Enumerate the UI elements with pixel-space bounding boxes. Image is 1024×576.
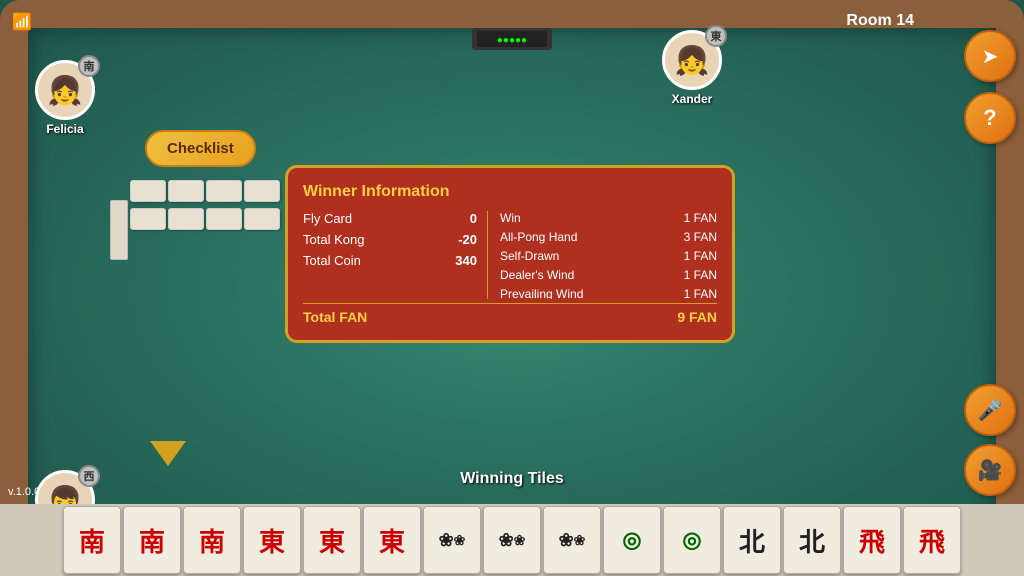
- total-fan-row: Total FAN 9 FAN: [303, 303, 717, 325]
- tile-green-1: ◎: [603, 506, 661, 574]
- table-tile: [206, 180, 242, 202]
- tile-nan-3: 南: [183, 506, 241, 574]
- exit-button[interactable]: ➤: [964, 30, 1016, 82]
- tile-dong-3: 東: [363, 506, 421, 574]
- selfdrawn-value: 1 FAN: [684, 249, 717, 263]
- tile-bei-1: 北: [723, 506, 781, 574]
- table-tile: [168, 208, 204, 230]
- tile-dong-1: 東: [243, 506, 301, 574]
- dealerswind-value: 1 FAN: [684, 268, 717, 282]
- score-display: ●●●●●: [472, 28, 552, 50]
- tile-bei-2: 北: [783, 506, 841, 574]
- fly-card-label: Fly Card: [303, 211, 352, 226]
- tile-fly-1: 飛: [843, 506, 901, 574]
- allpong-label: All-Pong Hand: [500, 230, 577, 244]
- total-kong-label: Total Kong: [303, 232, 364, 247]
- win-label: Win: [500, 211, 521, 225]
- table-tile: [130, 208, 166, 230]
- tile-circle-2: ❀❀: [483, 506, 541, 574]
- fan-row-selfdrawn: Self-Drawn 1 FAN: [500, 249, 717, 263]
- winning-tiles-label: Winning Tiles: [460, 470, 564, 488]
- checklist-button[interactable]: Checklist: [145, 130, 256, 167]
- winner-panel: Winner Information Fly Card 0 Total Kong…: [285, 165, 735, 343]
- tiles-left-area: [130, 180, 280, 230]
- wind-badge-left: 南: [78, 55, 100, 77]
- help-icon: ?: [983, 105, 996, 131]
- fan-row-allpong: All-Pong Hand 3 FAN: [500, 230, 717, 244]
- fan-row-win: Win 1 FAN: [500, 211, 717, 225]
- tile-dong-2: 東: [303, 506, 361, 574]
- info-row-kong: Total Kong -20: [303, 232, 477, 247]
- right-buttons: ➤ ?: [964, 30, 1016, 144]
- player-name-top: Xander: [672, 92, 713, 106]
- svg-text:●●●●●: ●●●●●: [497, 35, 527, 46]
- table-tile: [168, 180, 204, 202]
- bottom-right-buttons: 🎤 🎥: [964, 384, 1016, 496]
- mic-icon: 🎤: [978, 398, 1003, 423]
- room-label: Room 14: [846, 12, 914, 30]
- table-tile: [244, 180, 280, 202]
- win-value: 1 FAN: [684, 211, 717, 225]
- total-coin-label: Total Coin: [303, 253, 361, 268]
- total-fan-value: 9 FAN: [677, 309, 717, 325]
- arrow-indicator: [150, 441, 186, 466]
- info-row-fly: Fly Card 0: [303, 211, 477, 226]
- player-name-left: Felicia: [46, 122, 83, 136]
- camera-button[interactable]: 🎥: [964, 444, 1016, 496]
- tile-nan-1: 南: [63, 506, 121, 574]
- tile-fly-2: 飛: [903, 506, 961, 574]
- fan-row-prevailingwind: Prevailing Wind 1 FAN: [500, 287, 717, 299]
- fan-row-dealerswind: Dealer's Wind 1 FAN: [500, 268, 717, 282]
- total-kong-value: -20: [458, 232, 477, 247]
- help-button[interactable]: ?: [964, 92, 1016, 144]
- selfdrawn-label: Self-Drawn: [500, 249, 559, 263]
- player-top: 👧 東 Xander: [662, 30, 722, 106]
- camera-icon: 🎥: [978, 458, 1003, 483]
- exit-icon: ➤: [982, 44, 999, 69]
- wind-badge-bottom: 西: [78, 465, 100, 487]
- prevailingwind-label: Prevailing Wind: [500, 287, 583, 299]
- total-fan-label: Total FAN: [303, 309, 367, 325]
- wifi-icon: 📶: [12, 12, 32, 32]
- total-coin-value: 340: [455, 253, 477, 268]
- fly-card-value: 0: [470, 211, 477, 226]
- allpong-value: 3 FAN: [684, 230, 717, 244]
- prevailingwind-value: 1 FAN: [684, 287, 717, 299]
- table-tile: [206, 208, 242, 230]
- tile-circle-1: ❀❀: [423, 506, 481, 574]
- info-row-coin: Total Coin 340: [303, 253, 477, 268]
- bottom-tiles-row: 南 南 南 東 東 東 ❀❀ ❀❀ ❀❀ ◎ ◎ 北 北 飛 飛: [0, 504, 1024, 576]
- wind-badge-top: 東: [705, 25, 727, 47]
- tile-circle-3: ❀❀: [543, 506, 601, 574]
- winner-right-column: Win 1 FAN All-Pong Hand 3 FAN Self-Drawn…: [488, 211, 717, 299]
- tile-stack-left: [110, 200, 128, 260]
- table-tile: [244, 208, 280, 230]
- tile-green-2: ◎: [663, 506, 721, 574]
- mic-button[interactable]: 🎤: [964, 384, 1016, 436]
- winner-left-column: Fly Card 0 Total Kong -20 Total Coin 340: [303, 211, 488, 299]
- player-left: 👧 南 Felicia: [35, 60, 95, 136]
- tile-nan-2: 南: [123, 506, 181, 574]
- table-tile: [130, 180, 166, 202]
- dealerswind-label: Dealer's Wind: [500, 268, 574, 282]
- winner-panel-title: Winner Information: [303, 183, 717, 201]
